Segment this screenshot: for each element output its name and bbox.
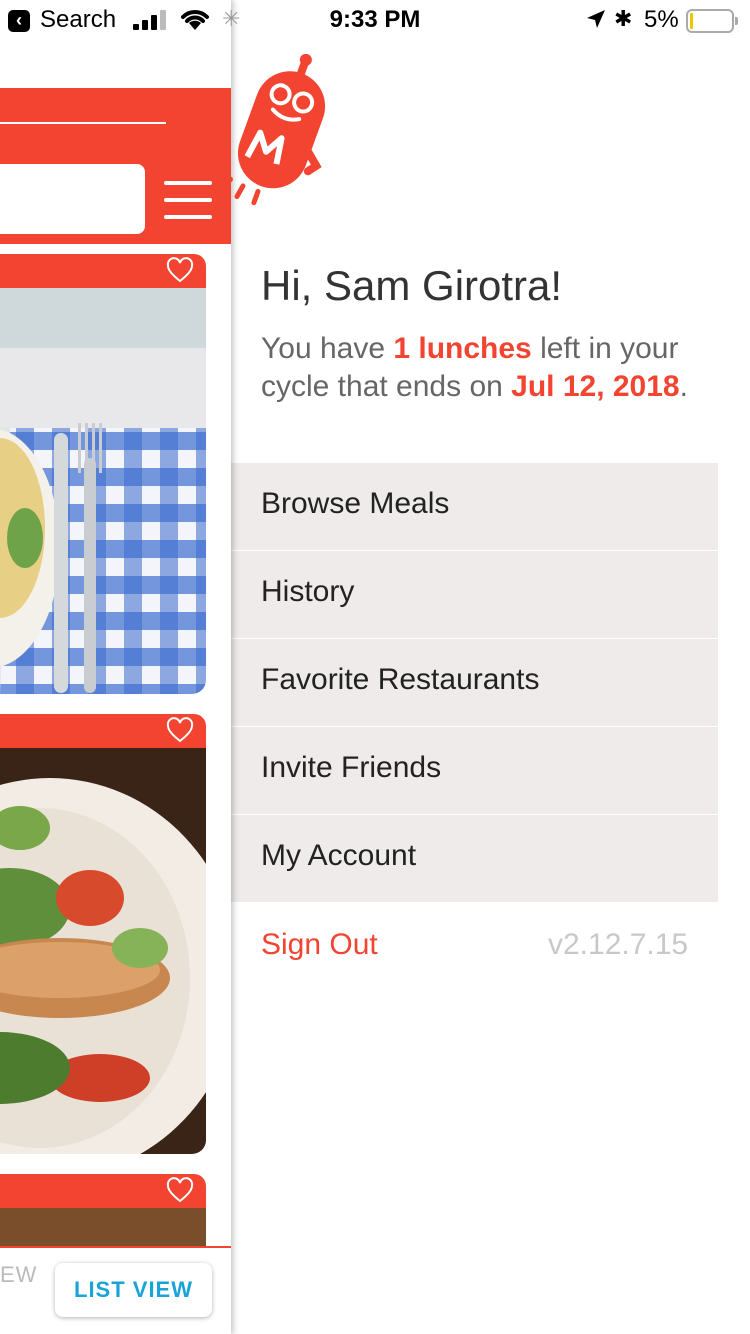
app-version: v2.12.7.15 <box>548 928 689 961</box>
header-underline <box>0 122 166 124</box>
menu-item-history[interactable]: History <box>231 551 718 639</box>
heart-icon[interactable] <box>166 257 194 285</box>
menu-item-label: History <box>261 575 355 608</box>
lunches-remaining: 1 lunches <box>393 332 532 365</box>
menu-item-my-account[interactable]: My Account <box>231 815 718 903</box>
menu-item-label: Browse Meals <box>261 487 450 520</box>
menu-item-browse-meals[interactable]: Browse Meals <box>231 463 718 551</box>
meal-card[interactable] <box>0 254 206 694</box>
meal-card-header <box>0 254 206 288</box>
map-view-tab[interactable]: EW <box>0 1262 37 1288</box>
summary-text: You have <box>261 332 394 365</box>
meal-card[interactable] <box>0 714 206 1154</box>
cycle-end-date: Jul 12, 2018 <box>511 370 680 403</box>
drawer-menu: Browse Meals History Favorite Restaurant… <box>231 463 718 903</box>
summary-text: . <box>679 370 688 403</box>
status-bar: ‹ Search ✳ 9:33 PM ✱ 5% <box>0 0 750 40</box>
battery-percent: 5% <box>644 6 679 33</box>
menu-item-favorite-restaurants[interactable]: Favorite Restaurants <box>231 639 718 727</box>
background-app-panel[interactable]: EW LIST VIEW <box>0 0 231 1334</box>
sign-out-button[interactable]: Sign Out <box>261 928 378 962</box>
meal-card[interactable] <box>0 1174 206 1246</box>
heart-icon[interactable] <box>166 1177 194 1205</box>
location-arrow-icon <box>587 10 605 28</box>
meal-card-header <box>0 714 206 748</box>
menu-item-label: Invite Friends <box>261 751 442 784</box>
menu-item-invite-friends[interactable]: Invite Friends <box>231 727 718 815</box>
robot-mascot-logo <box>226 53 326 206</box>
screen: { "status_bar": { "back_app": "Search", … <box>0 0 750 1334</box>
menu-item-label: Favorite Restaurants <box>261 663 540 696</box>
meal-photo <box>0 748 206 1154</box>
clock: 9:33 PM <box>329 6 421 33</box>
list-view-tab[interactable]: LIST VIEW <box>55 1263 212 1317</box>
battery-icon <box>686 9 738 33</box>
heart-icon[interactable] <box>166 717 194 745</box>
meal-photo <box>0 288 206 694</box>
hamburger-menu-icon[interactable] <box>164 181 212 219</box>
bluetooth-icon: ✱ <box>614 6 633 31</box>
greeting-heading: Hi, Sam Girotra! <box>261 262 563 309</box>
meal-photo <box>0 1208 206 1246</box>
meal-card-header <box>0 1174 206 1208</box>
lunch-summary: You have 1 lunches left in your cycle th… <box>261 330 741 406</box>
search-input[interactable] <box>0 164 145 234</box>
menu-item-label: My Account <box>261 839 417 872</box>
